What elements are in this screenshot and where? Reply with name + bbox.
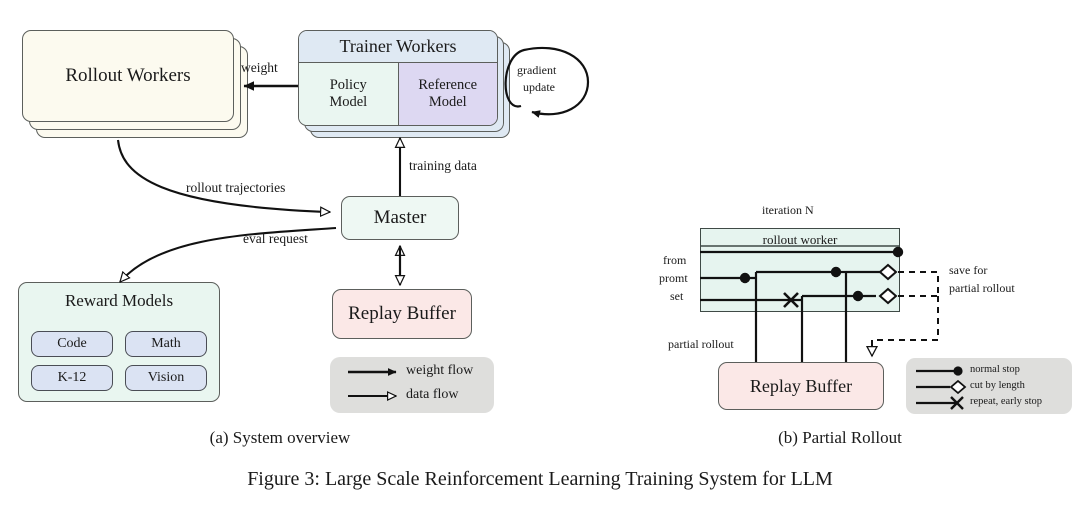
panel-b-caption: (b) Partial Rollout: [778, 428, 902, 447]
cut-by-length-marker-row2: [878, 263, 898, 281]
legend-b-normal-stop-label: normal stop: [970, 364, 1020, 375]
source-label-line3: set: [670, 289, 684, 303]
iteration-label: iteration N: [762, 203, 814, 217]
normal-stop-marker-row3: [852, 290, 864, 302]
normal-stop-marker-row2a: [739, 272, 751, 284]
partial-rollout-label: partial rollout: [668, 337, 734, 351]
figure-caption: Figure 3: Large Scale Reinforcement Lear…: [247, 468, 833, 490]
save-label-line1: save for: [949, 263, 988, 277]
legend-b-cut-by-length-label: cut by length: [970, 380, 1025, 391]
dashed-save-to-replay-buffer: [872, 296, 939, 356]
save-label-line2: partial rollout: [949, 281, 1015, 295]
source-label-line1: from: [663, 253, 687, 267]
panel-a-caption: (a) System overview: [209, 428, 351, 447]
source-label-line2: promt: [659, 271, 688, 285]
legend-cut-by-length-marker: [949, 379, 967, 395]
dashed-save-branch-top: [898, 271, 939, 296]
figure-root: Rollout Workers Trainer Workers Policy M…: [0, 0, 1080, 529]
panel-b-edges: [700, 245, 967, 410]
cut-by-length-marker-row3: [878, 287, 898, 305]
legend-normal-stop-marker: [953, 366, 963, 376]
normal-stop-marker-row1: [892, 246, 904, 258]
legend-b-repeat-early-stop-label: repeat, early stop: [970, 396, 1043, 407]
